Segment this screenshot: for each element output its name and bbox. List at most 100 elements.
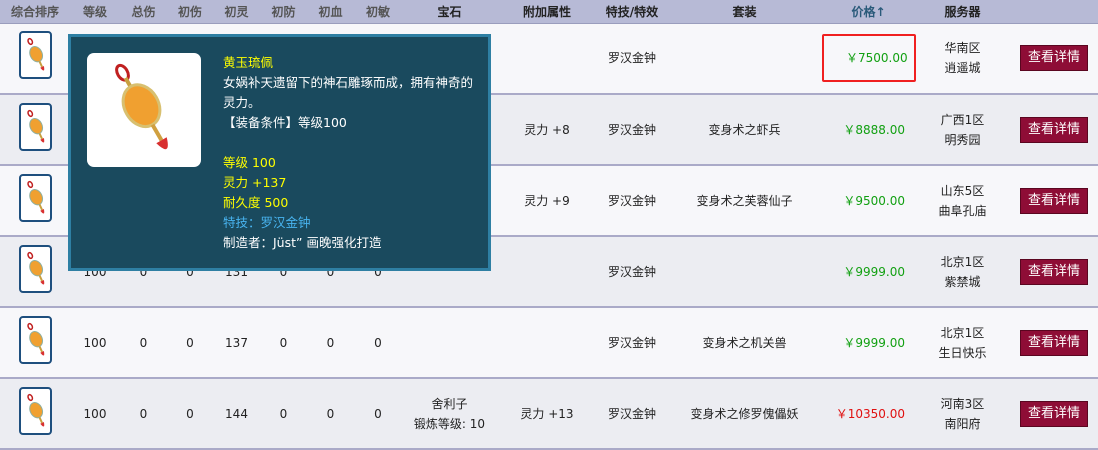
tooltip-desc: 女娲补天遗留下的神石雕琢而成，拥有神奇的灵力。: [223, 75, 474, 110]
skill-cell: 罗汉金钟: [597, 378, 667, 450]
attr-cell: 灵力 +9: [497, 165, 597, 237]
item-tooltip: 黄玉琉佩 女娲补天遗留下的神石雕琢而成，拥有神奇的灵力。 【装备条件】等级100…: [68, 34, 491, 271]
server-cell: 华南区 逍遥城: [915, 23, 1010, 95]
action-cell: 查看详情: [1010, 307, 1098, 379]
column-header[interactable]: 初防: [260, 0, 307, 24]
item-thumb-cell: [0, 378, 70, 450]
attr-cell: 灵力 +8: [497, 94, 597, 166]
total-cell: 0: [120, 307, 167, 379]
server-region: 山东5区: [940, 183, 985, 198]
action-cell: 查看详情: [1010, 94, 1098, 166]
view-details-button[interactable]: 查看详情: [1019, 400, 1088, 427]
spirit-cell: 144: [213, 378, 260, 450]
server-cell: 北京1区紫禁城: [915, 236, 1010, 308]
pendant-icon[interactable]: [18, 102, 52, 151]
item-thumb-cell: [0, 94, 70, 166]
spirit-cell: 137: [213, 307, 260, 379]
server-cell: 山东5区曲阜孔庙: [915, 165, 1010, 237]
server-name: 紫禁城: [944, 274, 981, 289]
column-header: 附加属性: [497, 0, 597, 24]
server-name: 生日快乐: [938, 345, 987, 360]
attr-cell: [497, 23, 597, 95]
server-cell: 广西1区明秀园: [915, 94, 1010, 166]
view-details-button[interactable]: 查看详情: [1019, 116, 1088, 143]
server-name: 曲阜孔庙: [938, 203, 987, 218]
column-header: 服务器: [915, 0, 1010, 24]
def-cell: 0: [260, 307, 307, 379]
price-cell: ￥9999.00: [822, 236, 915, 308]
server-cell: 北京1区 生日快乐: [915, 307, 1010, 379]
set-cell: 变身术之虾兵: [667, 94, 822, 166]
attr-cell: 灵力 +13: [497, 378, 597, 450]
pendant-icon[interactable]: [18, 386, 52, 435]
server-region: 广西1区: [940, 112, 985, 127]
gem-name: 舍利子: [431, 396, 468, 411]
set-cell: 变身术之机关兽: [667, 307, 822, 379]
tooltip-maker: 制造者：Jüst” 画晚强化打造: [223, 235, 382, 250]
agi-cell: 0: [354, 307, 402, 379]
column-header[interactable]: 价格↑: [822, 0, 915, 24]
item-thumb-cell: [0, 307, 70, 379]
skill-cell: 罗汉金钟: [597, 94, 667, 166]
tooltip-spirit: 灵力 +137: [223, 175, 287, 190]
table-row: 100 0 0 137 0 0 0 罗汉金钟 变身术之机关兽 ￥9999.00 北京1区 生日快乐 查看…: [0, 307, 1098, 379]
server-name: 逍遥城: [944, 61, 981, 76]
server-name: 南阳府: [944, 416, 981, 431]
tooltip-durability: 耐久度 500: [223, 195, 289, 210]
column-header[interactable]: 总伤: [120, 0, 167, 24]
column-header[interactable]: 初灵: [213, 0, 260, 24]
column-header[interactable]: 初伤: [167, 0, 213, 24]
action-cell: 查看详情: [1010, 378, 1098, 450]
action-cell: 查看详情: [1010, 23, 1098, 95]
action-cell: 查看详情: [1010, 165, 1098, 237]
tooltip-level: 等级 100: [223, 155, 276, 170]
price-cell: ￥7500.00: [822, 23, 916, 95]
view-details-button[interactable]: 查看详情: [1019, 329, 1088, 356]
tooltip-skill: 特技：罗汉金钟: [223, 215, 311, 230]
attr-cell: [497, 236, 597, 308]
gem-cell: [402, 307, 497, 379]
skill-cell: 罗汉金钟: [597, 23, 667, 95]
skill-cell: 罗汉金钟: [597, 307, 667, 379]
skill-cell: 罗汉金钟: [597, 165, 667, 237]
tooltip-name: 黄玉琉佩: [223, 55, 274, 70]
pendant-icon[interactable]: [18, 173, 52, 222]
set-cell: 变身术之芙蓉仙子: [667, 165, 822, 237]
server-region: 北京1区: [940, 254, 985, 269]
hp-cell: 0: [307, 378, 354, 450]
price-cell: ￥10350.00: [822, 378, 915, 450]
dmg-cell: 0: [167, 307, 213, 379]
pendant-icon[interactable]: [18, 244, 52, 293]
column-header[interactable]: 等级: [70, 0, 120, 24]
set-cell: 变身术之修罗傀儡妖: [667, 378, 822, 450]
skill-cell: 罗汉金钟: [597, 236, 667, 308]
agi-cell: 0: [354, 378, 402, 450]
hp-cell: 0: [307, 307, 354, 379]
pendant-icon[interactable]: [18, 315, 52, 364]
table-row: 100 0 0 144 0 0 0 舍利子 锻炼等级: 10 灵力 +13 罗汉金钟 变身术之修罗傀儡…: [0, 378, 1098, 450]
pendant-icon[interactable]: [18, 31, 52, 80]
item-thumb-cell: [0, 165, 70, 237]
view-details-button[interactable]: 查看详情: [1019, 45, 1088, 72]
item-thumb-cell: [0, 236, 70, 308]
column-header: 宝石: [402, 0, 497, 24]
tooltip-req: 【装备条件】等级100: [223, 115, 347, 130]
server-name: 明秀园: [944, 132, 981, 147]
column-header[interactable]: 初血: [307, 0, 354, 24]
price-cell: ￥9999.00: [822, 307, 915, 379]
item-image: [87, 53, 201, 167]
column-header[interactable]: 初敏: [354, 0, 402, 24]
set-cell: [667, 236, 822, 308]
pendant-icon: [115, 63, 168, 150]
level-cell: 100: [70, 307, 120, 379]
level-cell: 100: [70, 378, 120, 450]
column-header: [1010, 0, 1098, 24]
view-details-button[interactable]: 查看详情: [1019, 258, 1088, 285]
view-details-button[interactable]: 查看详情: [1019, 187, 1088, 214]
dmg-cell: 0: [167, 378, 213, 450]
server-region: 河南3区: [940, 396, 985, 411]
action-cell: 查看详情: [1010, 236, 1098, 308]
gem-level: 锻炼等级: 10: [413, 416, 486, 431]
column-header[interactable]: 综合排序: [0, 0, 70, 24]
attr-cell: [497, 307, 597, 379]
